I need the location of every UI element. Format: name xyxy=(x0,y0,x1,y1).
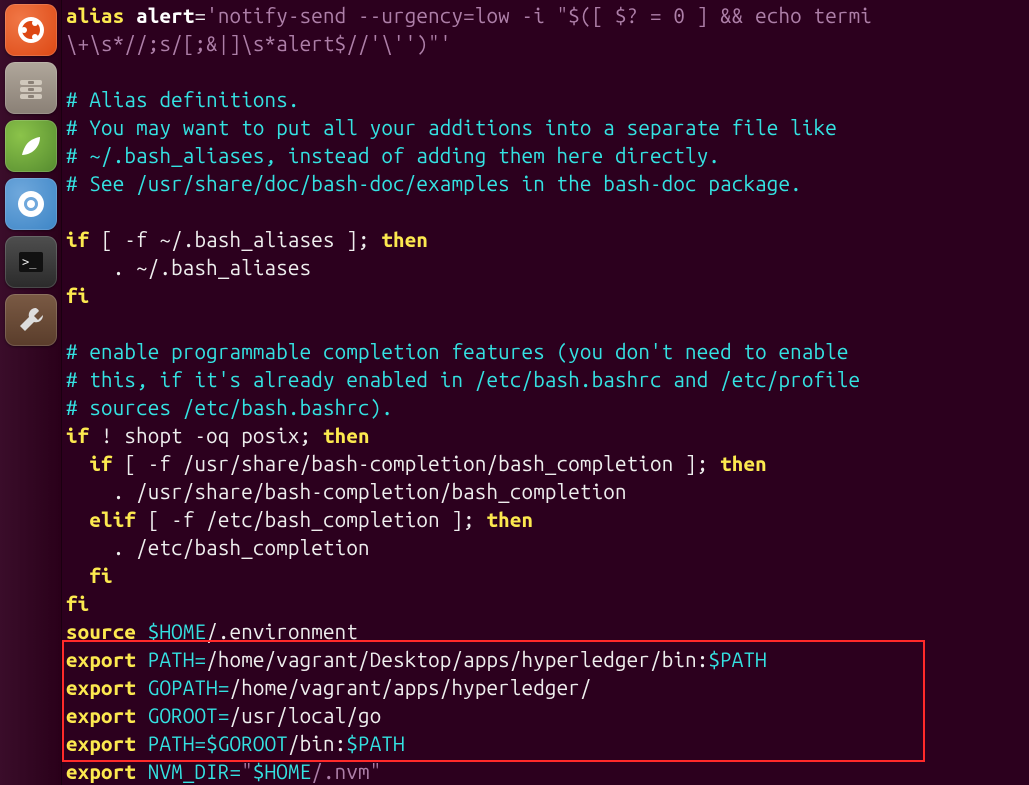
files-icon xyxy=(15,72,47,104)
keyword-export: export xyxy=(66,732,136,755)
launcher-chromium-icon[interactable] xyxy=(5,178,57,230)
keyword-then: then xyxy=(323,424,370,447)
code-content: alias alert='notify-send --urgency=low -… xyxy=(62,2,1029,785)
var-path: PATH= xyxy=(136,648,206,671)
keyword-export: export xyxy=(66,704,136,727)
var-path-ref: $PATH xyxy=(346,732,404,755)
var-goroot: GOROOT= xyxy=(136,704,229,727)
comment: # this, if it's already enabled in /etc/… xyxy=(66,368,860,391)
var-goroot-ref: $GOROOT xyxy=(206,732,288,755)
chromium-icon xyxy=(15,188,47,220)
var-path: PATH= xyxy=(136,732,206,755)
comment: # enable programmable completion feature… xyxy=(66,340,849,363)
keyword-if: if xyxy=(66,424,89,447)
var-home: $HOME xyxy=(136,620,206,643)
launcher-files-icon[interactable] xyxy=(5,62,57,114)
keyword-alias: alias xyxy=(66,4,124,27)
keyword-then: then xyxy=(720,452,767,475)
keyword-then: then xyxy=(381,228,428,251)
keyword-elif: elif xyxy=(66,508,136,531)
keyword-if: if xyxy=(66,228,89,251)
launcher-terminal-icon[interactable]: >_ xyxy=(5,236,57,288)
keyword-export: export xyxy=(66,648,136,671)
keyword-export: export xyxy=(66,676,136,699)
keyword-fi: fi xyxy=(66,592,89,615)
comment: # sources /etc/bash.bashrc). xyxy=(66,396,393,419)
var-home-ref: $HOME xyxy=(253,760,311,783)
keyword-fi: fi xyxy=(66,284,89,307)
launcher-spring-icon[interactable] xyxy=(5,120,57,172)
launcher-dash-icon[interactable] xyxy=(5,4,57,56)
launcher-settings-icon[interactable] xyxy=(5,294,57,346)
comment: # You may want to put all your additions… xyxy=(66,116,837,139)
comment: # See /usr/share/doc/bash-doc/examples i… xyxy=(66,172,802,195)
wrench-icon xyxy=(15,304,47,336)
string-line2: \+\s*//;s/[;&|]\s*alert$//'\'')"' xyxy=(66,32,451,55)
keyword-fi: fi xyxy=(66,564,113,587)
comment: # ~/.bash_aliases, instead of adding the… xyxy=(66,144,720,167)
ubuntu-icon xyxy=(15,14,47,46)
var-path-ref: $PATH xyxy=(708,648,766,671)
cmd-alert: alert xyxy=(136,4,194,27)
keyword-export: export xyxy=(66,760,136,783)
keyword-source: source xyxy=(66,620,136,643)
var-nvmdir: NVM_DIR= xyxy=(136,760,241,783)
string-line1: 'notify-send --urgency=low -i "$([ $? = … xyxy=(206,4,872,27)
spring-leaf-icon xyxy=(15,130,47,162)
var-gopath: GOPATH= xyxy=(136,676,229,699)
keyword-then: then xyxy=(487,508,534,531)
svg-text:>_: >_ xyxy=(22,255,37,269)
unity-launcher: >_ xyxy=(0,0,62,785)
terminal-icon: >_ xyxy=(15,246,47,278)
keyword-if: if xyxy=(66,452,113,475)
comment: # Alias definitions. xyxy=(66,88,300,111)
terminal-editor[interactable]: alias alert='notify-send --urgency=low -… xyxy=(62,0,1029,785)
